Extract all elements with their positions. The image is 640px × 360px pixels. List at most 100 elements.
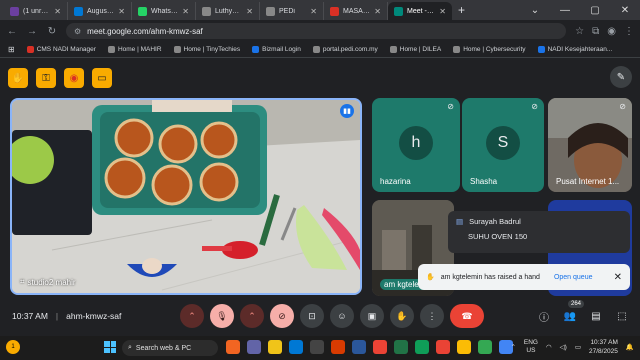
browser-tab[interactable]: August - One ✕ [68, 2, 132, 20]
meeting-info: 10:37 AM | ahm-kmwz-saf [12, 311, 122, 321]
wifi-icon[interactable]: ◠ [546, 343, 552, 351]
app-icon[interactable] [415, 340, 429, 354]
edge-icon[interactable] [289, 340, 303, 354]
participant-name: Shasha [470, 177, 498, 186]
browser-tab[interactable]: PEDi ✕ [260, 2, 324, 20]
close-icon[interactable]: ✕ [614, 272, 622, 283]
bookmark-item[interactable]: Home | DILEA [389, 46, 441, 53]
tab-close-icon[interactable]: ✕ [439, 7, 446, 16]
word-icon[interactable] [352, 340, 366, 354]
window-controls: ⌄ — ▢ ✕ [520, 0, 640, 20]
menu-icon[interactable]: ⋮ [624, 26, 634, 37]
tab-close-icon[interactable]: ✕ [310, 7, 317, 16]
main-video-tile[interactable]: ▮▮ ⌗ studio2 mahir [10, 98, 362, 295]
bookmark-star-icon[interactable]: ☆ [575, 26, 584, 37]
bookmark-item[interactable]: Home | Cybersecurity [453, 46, 526, 53]
tab-close-icon[interactable]: ✕ [118, 7, 125, 16]
bookmark-label: CMS NADI Manager [36, 46, 96, 53]
region-code: US [526, 347, 536, 354]
participant-tile[interactable]: h ⊘ hazarina [372, 98, 460, 192]
store-icon[interactable] [310, 340, 324, 354]
apps-icon[interactable]: ⊞ [8, 45, 15, 54]
activities-icon[interactable]: ⬚ [614, 304, 630, 328]
present-icon[interactable]: ▭ [92, 68, 112, 88]
volume-icon[interactable]: ◁) [560, 343, 567, 351]
mic-muted-button[interactable]: 🎙 [210, 304, 234, 328]
raise-hand-button[interactable]: ✋ [390, 304, 414, 328]
camera-off-button[interactable]: ⊘ [270, 304, 294, 328]
taskbar-search[interactable]: ⌕ Search web & PC [122, 340, 218, 356]
recording-icon[interactable]: ◉ [64, 68, 84, 88]
browser-tab[interactable]: Meet - ah ✕ [388, 2, 452, 20]
teams-icon[interactable] [247, 340, 261, 354]
participant-name: hazarina [380, 177, 411, 186]
excel-icon[interactable] [394, 340, 408, 354]
new-tab-button[interactable]: + [458, 3, 465, 17]
emoji-button[interactable]: ☺ [330, 304, 354, 328]
hand-icon[interactable]: ✋ [8, 68, 28, 88]
tab-close-icon[interactable]: ✕ [54, 7, 61, 16]
reload-icon[interactable]: ↻ [46, 26, 58, 37]
open-queue-button[interactable]: Open queue [554, 274, 593, 281]
browser-tab[interactable]: MASAK: SESI ✕ [324, 2, 388, 20]
language-indicator[interactable]: ENG US [524, 339, 538, 355]
extensions-icon[interactable]: ⧉ [592, 26, 599, 37]
meeting-details-icon[interactable]: ⓘ [536, 304, 552, 328]
maximize-button[interactable]: ▢ [580, 5, 610, 16]
participant-name: Pusat Internet 1... [556, 177, 620, 186]
app-icon[interactable] [457, 340, 471, 354]
minimize-button[interactable]: — [550, 5, 580, 16]
windows-start-icon[interactable] [104, 341, 116, 353]
address-bar: ← → ↻ ⚙ meet.google.com/ahm-kmwz-saf ☆ ⧉… [0, 20, 640, 42]
chat-notification[interactable]: ▤ Surayah Badrul SUHU OVEN 150 [448, 211, 630, 253]
file-explorer-icon[interactable] [268, 340, 282, 354]
edit-layout-icon[interactable]: ✎ [610, 66, 632, 88]
chrome-icon[interactable] [373, 340, 387, 354]
cooking-video-frame [12, 100, 360, 293]
bookmark-item[interactable]: CMS NADI Manager [26, 46, 96, 53]
browser-tab[interactable]: (1 unread) - Ya ✕ [4, 2, 68, 20]
present-screen-button[interactable]: ⊡ [300, 304, 324, 328]
tab-label: Luthya Enterp [215, 7, 243, 15]
bookmark-item[interactable]: NADI Kesejahteraan... [537, 46, 612, 53]
app-icon[interactable] [436, 340, 450, 354]
chat-panel-icon[interactable]: ▤ [588, 304, 604, 328]
url-input[interactable]: ⚙ meet.google.com/ahm-kmwz-saf [66, 23, 566, 39]
meeting-side-controls: ⓘ 👥 264 ▤ ⬚ [536, 300, 630, 328]
participant-tile[interactable]: ⊘ Pusat Internet 1... [548, 98, 632, 192]
people-icon[interactable]: 👥 264 [562, 300, 585, 328]
lock-icon[interactable]: ⚿ [36, 68, 56, 88]
powerpoint-icon[interactable] [331, 340, 345, 354]
tab-close-icon[interactable]: ✕ [374, 7, 381, 16]
clock[interactable]: 10:37 AM 27/8/2025 [589, 338, 618, 356]
leave-call-button[interactable]: ☎ [450, 304, 484, 328]
bookmark-item[interactable]: Bizmail Login [252, 46, 301, 53]
back-icon[interactable]: ← [6, 26, 18, 37]
forward-icon[interactable]: → [26, 26, 38, 37]
bookmark-item[interactable]: portal.pedi.com.my [312, 46, 378, 53]
captions-button[interactable]: ▣ [360, 304, 384, 328]
browser-tab[interactable]: WhatsApp ✕ [132, 2, 196, 20]
notification-bell-icon[interactable]: 🔔 [626, 343, 634, 351]
tab-close-icon[interactable]: ✕ [182, 7, 189, 16]
tab-close-icon[interactable]: ✕ [246, 7, 253, 16]
mic-options-button[interactable]: ⌃ [180, 304, 204, 328]
participant-tile[interactable]: S ⊘ Shasha [462, 98, 544, 192]
close-window-button[interactable]: ✕ [610, 5, 640, 16]
bookmark-favicon-icon [537, 46, 545, 53]
app-icon[interactable] [478, 340, 492, 354]
tab-search-icon[interactable]: ⌄ [520, 5, 550, 16]
bookmark-item[interactable]: Home | TinyTechies [173, 46, 240, 53]
browser-tab[interactable]: Luthya Enterp✕ [196, 2, 260, 20]
more-options-button[interactable]: ⋮ [420, 304, 444, 328]
weather-icon[interactable]: 1 [6, 340, 20, 354]
camera-options-button[interactable]: ⌃ [240, 304, 264, 328]
profile-icon[interactable]: ◉ [607, 26, 616, 37]
site-info-icon[interactable]: ⚙ [74, 27, 81, 36]
tray-chevron-icon[interactable]: ⌃ [510, 343, 515, 351]
muted-mic-icon: ⊘ [619, 102, 626, 111]
app-icon[interactable] [226, 340, 240, 354]
battery-icon[interactable]: ▭ [575, 343, 581, 351]
bookmark-item[interactable]: Home | MAHIR [107, 46, 162, 53]
participant-count: 264 [568, 300, 585, 308]
